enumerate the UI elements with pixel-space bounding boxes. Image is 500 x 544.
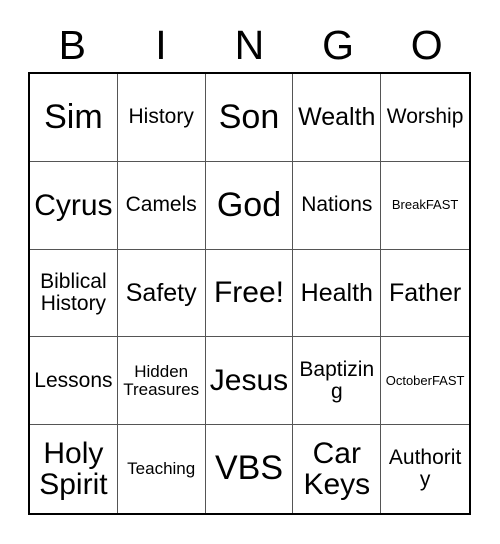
bingo-cell-r2-c2[interactable]: Camels <box>117 161 206 250</box>
bingo-cell-label: VBS <box>214 449 284 488</box>
bingo-cell-label: OctoberFAST <box>385 373 465 389</box>
bingo-cell-label: Son <box>218 97 280 136</box>
bingo-cell-r2-c5[interactable]: BreakFAST <box>381 161 469 250</box>
bingo-cell-r4-c2[interactable]: Hidden Treasures <box>117 337 206 426</box>
bingo-cell-r3-c1[interactable]: Biblical History <box>30 249 118 338</box>
bingo-cell-r5-c1[interactable]: Holy Spirit <box>30 425 118 513</box>
bingo-cell-r5-c2[interactable]: Teaching <box>117 425 206 513</box>
bingo-cell-label: BreakFAST <box>391 197 459 213</box>
bingo-header-row: BINGO <box>28 20 471 70</box>
bingo-cell-label: Jesus <box>209 364 289 398</box>
bingo-header-letter-n: N <box>234 21 265 68</box>
bingo-cell-r2-c3[interactable]: God <box>205 161 294 250</box>
bingo-cell-r4-c1[interactable]: Lessons <box>30 337 118 426</box>
bingo-cell-r1-c2[interactable]: History <box>117 74 206 162</box>
bingo-cell-r1-c5[interactable]: Worship <box>381 74 469 162</box>
bingo-cell-label: Sim <box>44 97 103 136</box>
bingo-header-letter-o: O <box>410 21 443 68</box>
bingo-cell-label: Teaching <box>127 459 196 479</box>
bingo-cell-label: Baptizing <box>299 357 375 403</box>
bingo-grid: Sim History Son Wealth Worship Cyrus Camels God… <box>28 72 471 515</box>
bingo-cell-label: Authority <box>388 446 462 492</box>
bingo-cell-label: History <box>128 105 194 129</box>
bingo-header-letter-g: G <box>322 21 355 68</box>
bingo-cell-label: Car Keys <box>303 436 371 502</box>
bingo-cell-r4-c4[interactable]: Baptizing <box>293 337 382 426</box>
bingo-header-letter-b: B <box>58 21 86 68</box>
bingo-cell-r1-c4[interactable]: Wealth <box>293 74 382 162</box>
bingo-cell-label: Wealth <box>298 103 376 132</box>
bingo-cell-label: Nations <box>301 193 373 217</box>
bingo-cell-r3-c2[interactable]: Safety <box>117 249 206 338</box>
bingo-cell-r2-c1[interactable]: Cyrus <box>30 161 118 250</box>
bingo-cell-label: Holy Spirit <box>39 436 108 502</box>
bingo-free-space-cell[interactable]: Free! <box>205 249 294 338</box>
bingo-cell-label: Camels <box>125 193 197 217</box>
bingo-cell-label: Health <box>300 278 373 307</box>
bingo-cell-r5-c4[interactable]: Car Keys <box>293 425 382 513</box>
bingo-cell-r5-c5[interactable]: Authority <box>381 425 469 513</box>
bingo-cell-label: Cyrus <box>34 188 113 222</box>
bingo-cell-r3-c5[interactable]: Father <box>381 249 469 338</box>
bingo-cell-r2-c4[interactable]: Nations <box>293 161 382 250</box>
bingo-cell-label: Lessons <box>34 368 113 392</box>
bingo-cell-r4-c5[interactable]: OctoberFAST <box>381 337 469 426</box>
bingo-cell-label: Worship <box>386 105 464 129</box>
bingo-cell-label: Father <box>388 278 462 307</box>
bingo-cell-r1-c1[interactable]: Sim <box>30 74 118 162</box>
bingo-cell-r4-c3[interactable]: Jesus <box>205 337 294 426</box>
bingo-header-letter-i: I <box>155 21 167 68</box>
bingo-cell-r3-c4[interactable]: Health <box>293 249 382 338</box>
bingo-cell-label: God <box>216 185 282 224</box>
bingo-cell-label: Hidden Treasures <box>123 362 200 399</box>
bingo-cell-label: Free! <box>213 276 284 310</box>
bingo-cell-label: Safety <box>125 278 197 307</box>
bingo-cell-label: Biblical History <box>40 270 107 315</box>
bingo-card: B I N G O Sim History Son Wealth Worship Cyrus Cam… <box>0 0 500 544</box>
bingo-cell-r5-c3[interactable]: VBS <box>205 425 294 513</box>
bingo-cell-r1-c3[interactable]: Son <box>205 74 294 162</box>
